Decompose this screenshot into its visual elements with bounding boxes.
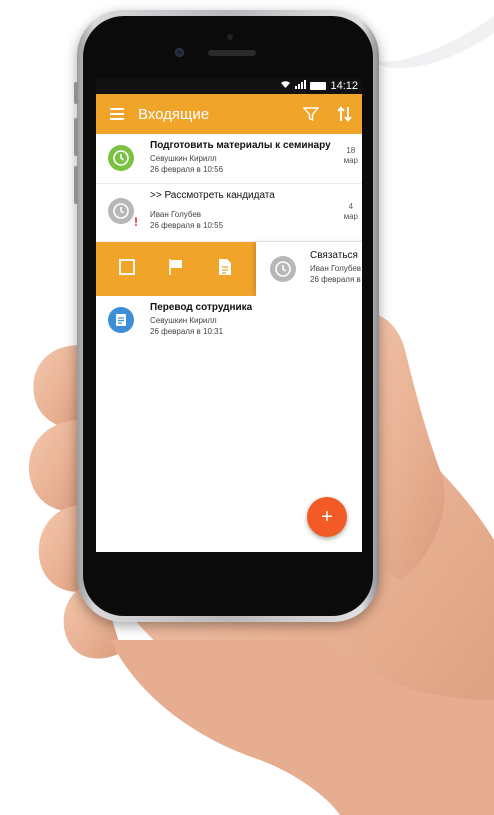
earpiece — [208, 50, 256, 56]
swipe-actions — [96, 242, 256, 296]
item-date: 26 февраля в — [310, 275, 361, 284]
battery-icon — [310, 82, 327, 90]
swiped-list-item[interactable]: Связаться Иван Голубев 26 февраля в — [96, 242, 362, 296]
mute-switch — [74, 82, 78, 104]
list-item[interactable]: Связаться Иван Голубев 26 февраля в — [256, 242, 362, 296]
clock-icon — [270, 256, 296, 282]
list-item[interactable]: Подготовить материалы к семинару Севушки… — [96, 134, 362, 184]
item-title: Подготовить материалы к семинару — [150, 140, 331, 151]
note-icon[interactable] — [216, 258, 234, 281]
page-title: Входящие — [138, 105, 210, 123]
flag-icon[interactable] — [167, 258, 185, 281]
item-due-date: 4 мар — [344, 202, 358, 222]
due-month: мар — [343, 156, 358, 165]
important-icon: ! — [134, 215, 138, 229]
item-title: >> Рассмотреть кандидата — [150, 190, 275, 201]
front-camera — [175, 48, 184, 57]
proximity-sensor — [227, 34, 233, 40]
menu-icon-line — [110, 118, 124, 120]
clock-icon — [108, 145, 134, 171]
add-task-button[interactable]: + — [307, 497, 347, 537]
list-item[interactable]: Перевод сотрудника Севушкин Кирилл 26 фе… — [96, 296, 362, 346]
item-date: 26 февраля в 10:31 — [150, 327, 224, 336]
document-icon — [108, 307, 134, 333]
signal-icon — [295, 80, 307, 92]
due-month: мар — [343, 212, 358, 221]
wifi-icon — [280, 80, 291, 92]
due-day: 4 — [348, 202, 354, 211]
app-bar: Входящие — [96, 94, 362, 134]
item-due-date: 18 мар — [344, 146, 358, 166]
item-date: 26 февраля в 10:56 — [150, 165, 224, 174]
filter-button[interactable] — [294, 94, 328, 134]
status-time: 14:12 — [330, 80, 358, 92]
item-author: Иван Голубев — [150, 210, 202, 219]
item-date: 26 февраля в 10:55 — [150, 221, 224, 230]
volume-down-button — [74, 166, 78, 204]
phone-screen: 14:12 Входящие Подготовить материалы к с… — [96, 78, 362, 552]
due-day: 18 — [346, 146, 356, 155]
sort-icon — [337, 106, 352, 122]
menu-button[interactable] — [96, 94, 138, 134]
menu-icon-line — [110, 108, 124, 110]
checkbox-icon[interactable] — [118, 258, 136, 281]
item-author: Иван Голубев — [310, 264, 362, 273]
filter-icon — [303, 107, 319, 122]
item-title: Связаться — [310, 250, 358, 261]
item-author: Севушкин Кирилл — [150, 316, 217, 325]
list-item[interactable]: ! >> Рассмотреть кандидата Иван Голубев … — [96, 184, 362, 242]
item-author: Севушкин Кирилл — [150, 154, 217, 163]
status-bar: 14:12 — [96, 78, 362, 94]
sort-button[interactable] — [328, 94, 362, 134]
menu-icon-line — [110, 113, 124, 115]
item-title: Перевод сотрудника — [150, 302, 253, 313]
inbox-list: Подготовить материалы к семинару Севушки… — [96, 134, 362, 346]
volume-up-button — [74, 118, 78, 156]
clock-icon — [108, 198, 134, 224]
